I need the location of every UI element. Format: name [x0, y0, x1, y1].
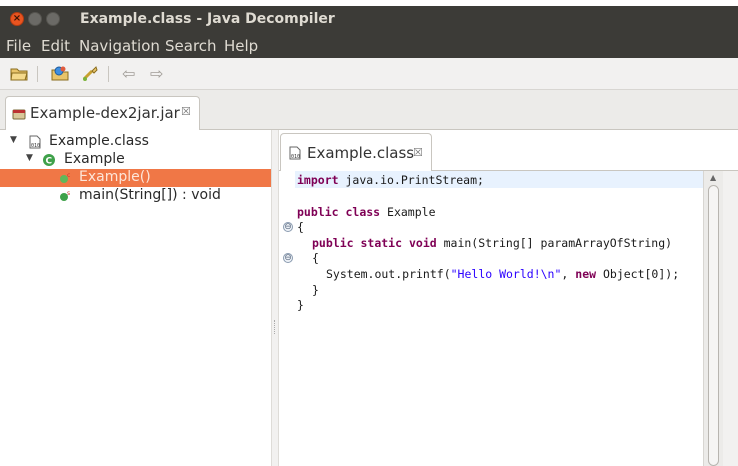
svg-text:010: 010: [291, 154, 300, 160]
tree-item-main-method[interactable]: s main(String[]) : void: [0, 187, 271, 205]
svg-text:C: C: [46, 157, 53, 167]
tree-item-constructor[interactable]: c Example(): [0, 169, 271, 187]
code-line: System.out.printf("Hello World!\n", new …: [326, 267, 679, 281]
open-file-icon[interactable]: [9, 65, 29, 83]
code-keyword: public: [312, 236, 354, 250]
menu-navigation[interactable]: Navigation: [79, 37, 160, 55]
code-line: {: [312, 251, 319, 265]
back-arrow-icon[interactable]: ⇦: [122, 65, 142, 83]
fold-icon[interactable]: ⊖: [283, 222, 293, 232]
minimize-window-button[interactable]: [28, 12, 42, 26]
search-icon[interactable]: [80, 65, 100, 83]
code-line: public static void main(String[] paramAr…: [312, 236, 672, 250]
tab-jar-file[interactable]: Example-dex2jar.jar ☒: [5, 96, 200, 130]
toolbar: ⇦ ⇨: [0, 58, 738, 90]
expand-arrow-icon[interactable]: ▼: [10, 135, 17, 145]
tree-label: Example: [64, 151, 125, 167]
menu-edit[interactable]: Edit: [41, 37, 70, 55]
code-keyword: new: [575, 267, 597, 281]
code-line: import java.io.PrintStream;: [297, 173, 484, 187]
code-text: ,: [561, 267, 576, 281]
tree-item-class[interactable]: ▼ C Example: [0, 151, 271, 169]
scrollbar-thumb[interactable]: [708, 185, 719, 466]
overview-ruler: [723, 171, 738, 466]
forward-arrow-icon[interactable]: ⇨: [150, 65, 170, 83]
code-text: System.out.printf(: [326, 267, 451, 281]
tab-class-file-label: Example.class: [307, 144, 415, 162]
splitter-grip[interactable]: [274, 320, 276, 334]
close-tab-icon[interactable]: ☒: [181, 105, 191, 118]
code-line: }: [297, 298, 304, 312]
code-string: "Hello World!\n": [450, 267, 562, 281]
code-keyword: static: [360, 236, 403, 250]
svg-text:010: 010: [31, 143, 40, 149]
constructor-icon: c: [60, 172, 70, 183]
jar-file-icon: [12, 109, 26, 120]
toolbar-separator: [37, 66, 38, 82]
tree-label: Example.class: [49, 133, 149, 149]
open-type-icon[interactable]: [50, 65, 70, 83]
tree-label: Example(): [79, 169, 151, 185]
code-line: }: [312, 283, 319, 297]
tab-jar-file-label: Example-dex2jar.jar: [30, 104, 180, 122]
code-keyword: class: [345, 205, 381, 219]
code-text: Example: [380, 205, 436, 219]
svg-text:c: c: [67, 172, 70, 179]
code-text: java.io.PrintStream;: [338, 173, 484, 187]
tab-class-file[interactable]: 010 Example.class ☒: [280, 133, 432, 171]
code-text: main(String[] paramArrayOfString): [436, 236, 673, 250]
class-file-icon: 010: [289, 146, 301, 160]
class-icon: C: [43, 154, 55, 167]
code-keyword: void: [408, 236, 437, 250]
menu-file[interactable]: File: [6, 37, 31, 55]
code-text: Object[0]);: [596, 267, 680, 281]
close-window-button[interactable]: ×: [10, 12, 24, 26]
code-line: {: [297, 220, 304, 234]
close-tab-icon[interactable]: ☒: [413, 146, 423, 159]
tree-label: main(String[]) : void: [79, 187, 221, 203]
toolbar-separator: [108, 66, 109, 82]
class-file-icon: 010: [29, 135, 41, 149]
tree-item-class-file[interactable]: ▼ 010 Example.class: [0, 133, 271, 151]
window-title: Example.class - Java Decompiler: [80, 11, 335, 27]
vertical-scrollbar[interactable]: ▲: [703, 171, 723, 466]
menu-bar: File Edit Navigation Search Help: [0, 34, 738, 58]
expand-arrow-icon[interactable]: ▼: [26, 153, 33, 163]
fold-icon[interactable]: ⊖: [283, 253, 293, 263]
maximize-window-button[interactable]: [46, 12, 60, 26]
pane-splitter[interactable]: [271, 130, 279, 466]
static-method-icon: s: [60, 190, 70, 201]
menu-search[interactable]: Search: [165, 37, 217, 55]
scroll-up-icon[interactable]: ▲: [710, 173, 716, 182]
window-titlebar: × Example.class - Java Decompiler: [0, 6, 738, 34]
code-keyword: public: [297, 205, 339, 219]
code-line: public class Example: [297, 205, 436, 219]
menu-help[interactable]: Help: [224, 37, 258, 55]
svg-text:s: s: [67, 190, 70, 197]
class-tree: ▼ 010 Example.class ▼ C Example c Exampl…: [0, 130, 271, 466]
code-keyword: import: [297, 173, 339, 187]
